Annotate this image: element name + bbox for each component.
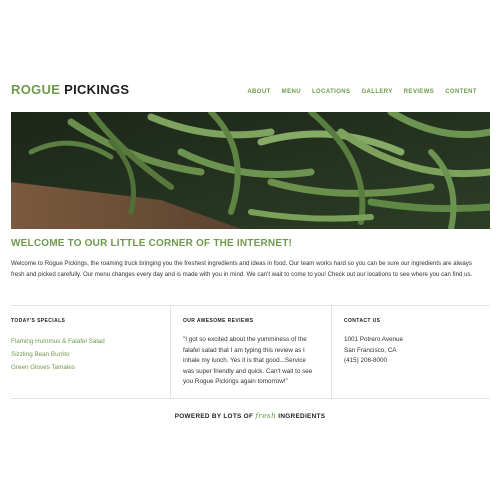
column-divider-2 — [331, 305, 332, 398]
nav-content[interactable]: CONTENT — [445, 89, 477, 95]
review-quote: "I got so excited about the yumminess of… — [183, 336, 313, 385]
site-logo[interactable]: ROGUE PICKINGS — [11, 82, 129, 97]
contact-heading: CONTACT US — [344, 318, 381, 324]
welcome-paragraph: Welcome to Rogue Pickings, the roaming t… — [11, 260, 473, 278]
contact-address-line2: San Francisco, CA — [344, 346, 397, 354]
section-divider-bottom — [11, 398, 490, 399]
specials-heading: TODAY'S SPECIALS — [11, 318, 66, 324]
site-footer: POWERED BY LOTS OF fresh INGREDIENTS — [0, 411, 500, 420]
special-item[interactable]: Flaming Hummus & Falafel Salad — [11, 335, 105, 348]
footer-fresh-word: fresh — [255, 411, 277, 420]
green-beans-photo — [11, 112, 490, 229]
site-header: ROGUE PICKINGS ABOUT MENU LOCATIONS GALL… — [11, 82, 490, 104]
hero-image — [11, 112, 490, 229]
contact-address-line1: 1001 Potrero Avenue — [344, 336, 404, 343]
section-divider-top — [11, 305, 490, 306]
logo-word-pickings: PICKINGS — [64, 82, 130, 97]
reviews-column: OUR AWESOME REVIEWS "I got so excited ab… — [183, 318, 313, 388]
nav-menu[interactable]: MENU — [282, 89, 301, 95]
nav-gallery[interactable]: GALLERY — [361, 89, 392, 95]
footer-prefix: POWERED BY LOTS OF — [174, 413, 254, 420]
column-divider-1 — [170, 305, 171, 398]
logo-word-rogue: ROGUE — [11, 82, 61, 97]
specials-column: TODAY'S SPECIALS Flaming Hummus & Falafe… — [11, 318, 105, 374]
contact-phone[interactable]: (415) 206-8000 — [344, 356, 403, 367]
special-item[interactable]: Sizzling Bean Burrito — [11, 348, 105, 361]
special-item[interactable]: Green Gloves Tamales — [11, 361, 105, 374]
reviews-heading: OUR AWESOME REVIEWS — [183, 318, 254, 324]
main-nav: ABOUT MENU LOCATIONS GALLERY REVIEWS CON… — [247, 89, 477, 95]
footer-suffix: INGREDIENTS — [278, 413, 326, 420]
welcome-heading: WELCOME TO OUR LITTLE CORNER OF THE INTE… — [11, 238, 293, 249]
contact-column: CONTACT US 1001 Potrero Avenue San Franc… — [344, 318, 403, 367]
nav-about[interactable]: ABOUT — [247, 89, 270, 95]
nav-reviews[interactable]: REVIEWS — [404, 89, 434, 95]
nav-locations[interactable]: LOCATIONS — [312, 89, 351, 95]
